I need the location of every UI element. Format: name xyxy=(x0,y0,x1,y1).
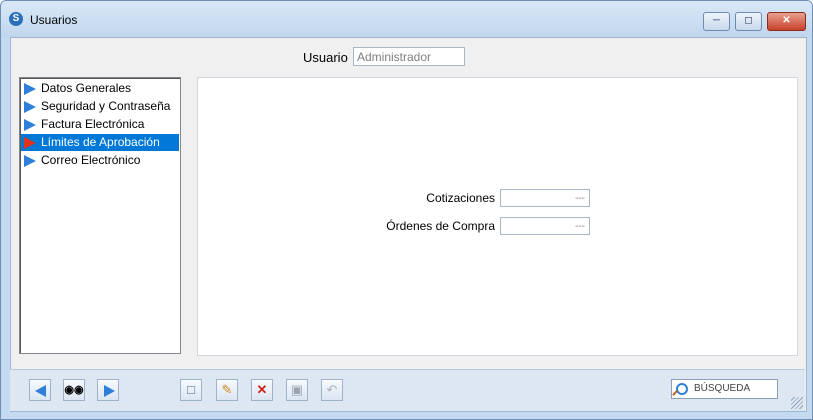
save-button[interactable]: ▣ xyxy=(286,379,308,401)
delete-x-icon: ✕ xyxy=(256,382,268,397)
arrow-right-icon xyxy=(24,119,36,131)
app-swirl-icon: S xyxy=(9,12,23,26)
section-item-limites[interactable]: Límites de Aprobación xyxy=(21,134,179,151)
close-button[interactable]: ✕ xyxy=(767,12,806,31)
close-icon: ✕ xyxy=(782,15,791,26)
magnifier-icon xyxy=(676,383,688,395)
search-label: BÚSQUEDA xyxy=(694,383,751,394)
quotes-label: Cotizaciones xyxy=(426,191,495,205)
previous-button[interactable] xyxy=(29,379,51,401)
pencil-icon: ✎ xyxy=(221,382,233,397)
section-item-label: Datos Generales xyxy=(41,81,132,95)
resize-grip[interactable] xyxy=(791,397,803,409)
limits-panel: Cotizaciones --- Órdenes de Compra --- xyxy=(197,77,798,356)
section-item-label: Límites de Aprobación xyxy=(41,135,160,149)
client-area: Usuario Administrador Datos Generales Se… xyxy=(10,37,807,412)
binoculars-icon: ◉◉ xyxy=(64,384,84,396)
section-item-correo[interactable]: Correo Electrónico xyxy=(21,152,179,169)
delete-button[interactable]: ✕ xyxy=(251,379,273,401)
section-item-factura[interactable]: Factura Electrónica xyxy=(21,116,179,133)
purchase-orders-label: Órdenes de Compra xyxy=(386,219,495,233)
arrow-left-icon xyxy=(35,385,46,397)
section-item-datos-generales[interactable]: Datos Generales xyxy=(21,80,179,97)
arrow-right-active-icon xyxy=(24,137,36,149)
next-button[interactable] xyxy=(97,379,119,401)
maximize-icon: ◻ xyxy=(744,15,753,26)
maximize-button[interactable]: ◻ xyxy=(735,12,762,31)
arrow-right-icon xyxy=(104,385,115,397)
minimize-icon: ─ xyxy=(712,15,721,26)
section-item-seguridad[interactable]: Seguridad y Contraseña xyxy=(21,98,179,115)
window-title: Usuarios xyxy=(30,13,78,27)
arrow-right-icon xyxy=(24,83,36,95)
section-item-label: Correo Electrónico xyxy=(41,153,141,167)
floppy-disk-icon: ▣ xyxy=(290,382,304,397)
undo-button[interactable]: ↶ xyxy=(321,379,343,401)
minimize-button[interactable]: ─ xyxy=(703,12,730,31)
arrow-right-icon xyxy=(24,101,36,113)
new-button[interactable]: □ xyxy=(180,379,202,401)
bottom-toolbar: ◉◉ □ ✎ ✕ ▣ ↶ BÚSQUEDA xyxy=(10,369,805,411)
search-button[interactable]: BÚSQUEDA xyxy=(671,379,778,399)
section-list: Datos Generales Seguridad y Contraseña F… xyxy=(19,77,181,354)
undo-icon: ↶ xyxy=(326,382,338,397)
find-button[interactable]: ◉◉ xyxy=(63,379,85,401)
title-bar[interactable]: S Usuarios ─ ◻ ✕ xyxy=(1,1,812,37)
section-item-label: Factura Electrónica xyxy=(41,117,145,131)
arrow-right-icon xyxy=(24,155,36,167)
new-document-icon: □ xyxy=(187,382,195,397)
section-item-label: Seguridad y Contraseña xyxy=(41,99,171,113)
quotes-limit-field[interactable]: --- xyxy=(500,189,590,207)
user-field[interactable]: Administrador xyxy=(353,47,465,66)
purchase-orders-limit-field[interactable]: --- xyxy=(500,217,590,235)
user-label: Usuario xyxy=(303,50,348,65)
edit-button[interactable]: ✎ xyxy=(216,379,238,401)
usuarios-window: S Usuarios ─ ◻ ✕ Usuario Administrador D… xyxy=(0,0,813,420)
